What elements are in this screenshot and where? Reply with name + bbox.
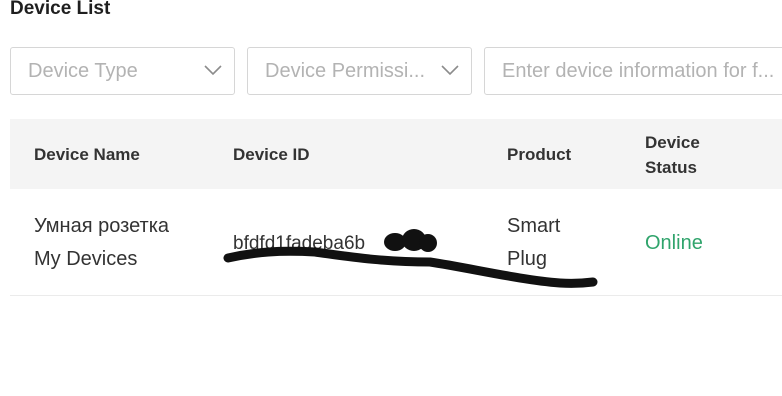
- product-cell: Smart Plug: [507, 210, 560, 276]
- device-type-placeholder: Device Type: [28, 59, 138, 82]
- device-name-cell: Умная розетка My Devices: [34, 210, 169, 276]
- table-header: Device Name Device ID Product Device Sta…: [10, 119, 782, 189]
- device-id-cell: bfdfd1fadeba6b fal: [233, 227, 431, 260]
- column-header-device-status: Device Status: [645, 130, 700, 180]
- device-search-input[interactable]: Enter device information for f...: [484, 47, 782, 95]
- status-badge: Online: [645, 232, 703, 254]
- device-permission-placeholder: Device Permissi...: [265, 59, 426, 82]
- page-title: Device List: [10, 0, 111, 19]
- product-line1: Smart: [507, 215, 561, 237]
- column-header-device-name: Device Name: [34, 145, 140, 164]
- device-id-visible: bfdfd1fadeba6b: [233, 233, 366, 254]
- column-header-product: Product: [507, 145, 572, 164]
- chevron-down-icon: [204, 65, 222, 76]
- column-header-device-id: Device ID: [233, 145, 310, 164]
- device-name: Умная розетка: [34, 215, 170, 237]
- column-header-status-line1: Device: [645, 133, 700, 152]
- column-header-status-line2: Status: [645, 158, 697, 177]
- chevron-down-icon: [441, 65, 459, 76]
- device-search-placeholder: Enter device information for f...: [502, 59, 775, 82]
- table-row[interactable]: Умная розетка My Devices bfdfd1fadeba6b f…: [10, 189, 782, 296]
- device-id-suffix: fal: [411, 233, 432, 254]
- device-permission-select[interactable]: Device Permissi...: [247, 47, 472, 95]
- product-line2: Plug: [507, 248, 548, 270]
- device-type-select[interactable]: Device Type: [10, 47, 235, 95]
- device-group: My Devices: [34, 248, 138, 270]
